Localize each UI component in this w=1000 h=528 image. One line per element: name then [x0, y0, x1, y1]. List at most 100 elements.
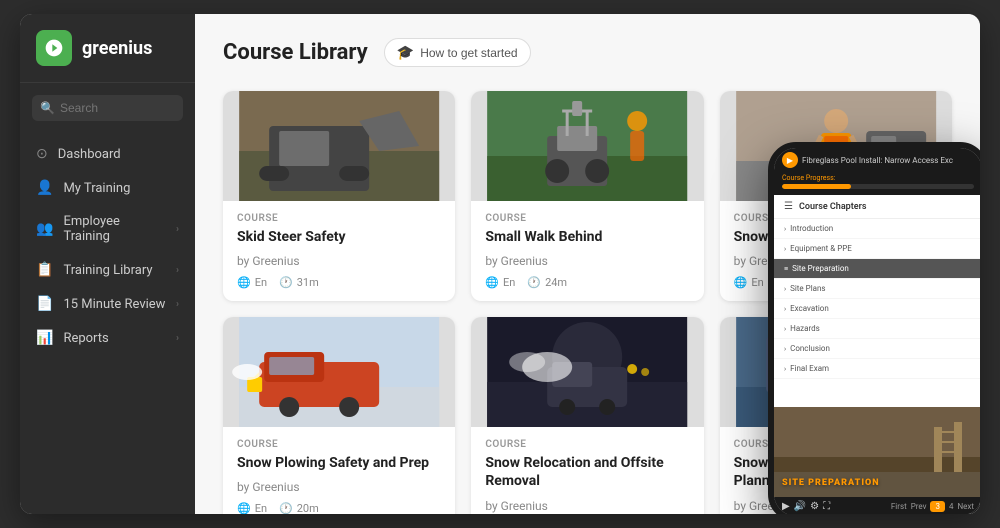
sidebar-item-my-training[interactable]: 👤 My Training	[20, 171, 195, 205]
course-label: COURSE	[485, 213, 689, 224]
nav-current: 3	[930, 501, 945, 512]
course-card-body: COURSE Small Walk Behind by Greenius 🌐 E…	[471, 201, 703, 301]
course-lang: 🌐 En	[734, 276, 764, 289]
sidebar-item-reports[interactable]: 📊 Reports ›	[20, 321, 195, 355]
course-lang: 🌐 En	[485, 276, 515, 289]
course-card-skid-steer[interactable]: COURSE Skid Steer Safety by Greenius 🌐 E…	[223, 91, 455, 301]
app-logo-icon	[36, 30, 72, 66]
chapter-label: Conclusion	[790, 344, 830, 353]
settings-icon[interactable]: ⚙	[810, 501, 819, 512]
chapter-arrow-icon: ›	[784, 365, 786, 373]
chevron-right-icon: ›	[176, 299, 179, 310]
phone-video-section: SITE PREPARATION	[774, 407, 980, 497]
sidebar: greenius 🔍 ⊙ Dashboard 👤 My Training 👥 E…	[20, 14, 195, 514]
nav-first[interactable]: First	[891, 502, 907, 511]
chapter-label: Final Exam	[790, 364, 829, 373]
sidebar-item-dashboard[interactable]: ⊙ Dashboard	[20, 137, 195, 171]
sidebar-item-label: Reports	[63, 331, 108, 346]
sidebar-item-label: 15 Minute Review	[63, 297, 165, 312]
course-card-snow-relocation[interactable]: COURSE Snow Relocation and Offsite Remov…	[471, 317, 703, 514]
sidebar-item-label: My Training	[63, 181, 130, 196]
dashboard-icon: ⊙	[36, 146, 48, 162]
chapter-item-site-prep[interactable]: ≡ Site Preparation	[774, 259, 980, 279]
site-prep-overlay: SITE PREPARATION	[782, 470, 880, 489]
nav-prev[interactable]: Prev	[911, 502, 927, 511]
chapter-item-conclusion[interactable]: › Conclusion	[774, 339, 980, 359]
main-header: Course Library 🎓 How to get started	[223, 38, 952, 67]
sidebar-item-label: Training Library	[63, 263, 152, 278]
sidebar-item-employee-training[interactable]: 👥 Employee Training ›	[20, 205, 195, 253]
play-button[interactable]: ▶	[782, 501, 790, 512]
course-meta: 🌐 En 🕐 20m	[237, 502, 441, 514]
how-to-started-button[interactable]: 🎓 How to get started	[384, 38, 531, 67]
sidebar-logo: greenius	[20, 14, 195, 83]
how-to-label: How to get started	[420, 46, 517, 60]
volume-icon[interactable]: 🔊	[794, 501, 806, 512]
video-controls: ▶ 🔊 ⚙ ⛶	[782, 501, 830, 512]
progress-fill	[782, 184, 851, 189]
course-duration: 🕐 20m	[279, 502, 319, 514]
chapter-item-introduction[interactable]: › Introduction	[774, 219, 980, 239]
progress-track	[782, 184, 974, 189]
course-name: Snow Plowing Safety and Prep	[237, 454, 441, 472]
chapter-arrow-icon: ›	[784, 305, 786, 313]
course-card-body: COURSE Snow Relocation and Offsite Remov…	[471, 427, 703, 514]
reports-icon: 📊	[36, 330, 53, 346]
sidebar-item-15-minute-review[interactable]: 📄 15 Minute Review ›	[20, 287, 195, 321]
chapter-arrow-icon: ›	[784, 225, 786, 233]
chapter-label: Site Preparation	[792, 264, 849, 273]
sidebar-item-label: Dashboard	[58, 147, 121, 162]
nav-total: 4	[949, 502, 954, 511]
course-lang: 🌐 En	[237, 276, 267, 289]
chapter-item-equipment[interactable]: › Equipment & PPE	[774, 239, 980, 259]
globe-icon: 🌐	[237, 276, 251, 289]
nav-next[interactable]: Next	[957, 502, 974, 511]
fullscreen-icon[interactable]: ⛶	[823, 501, 830, 512]
chapter-arrow-icon: ›	[784, 325, 786, 333]
progress-label: Course Progress:	[782, 174, 974, 182]
phone-mockup: ▶ Fibreglass Pool Install: Narrow Access…	[768, 142, 980, 514]
course-name: Snow Relocation and Offsite Removal	[485, 454, 689, 490]
course-name: Skid Steer Safety	[237, 228, 441, 246]
chapter-label: Site Plans	[790, 284, 825, 293]
sidebar-item-label: Employee Training	[63, 214, 166, 244]
chevron-right-icon: ›	[176, 265, 179, 276]
globe-icon: 🌐	[485, 276, 499, 289]
hamburger-icon: ☰	[784, 201, 793, 212]
chapter-item-hazards[interactable]: › Hazards	[774, 319, 980, 339]
training-library-icon: 📋	[36, 262, 53, 278]
phone-chapters: ☰ Course Chapters › Introduction › Equip…	[774, 195, 980, 407]
course-name: Small Walk Behind	[485, 228, 689, 246]
phone-bottom-bar: ▶ 🔊 ⚙ ⛶ First Prev 3 4 Next	[774, 497, 980, 514]
course-card-snow-plowing[interactable]: COURSE Snow Plowing Safety and Prep by G…	[223, 317, 455, 514]
chapters-title: Course Chapters	[799, 202, 866, 212]
sidebar-item-training-library[interactable]: 📋 Training Library ›	[20, 253, 195, 287]
course-image-skid-steer	[223, 91, 455, 201]
chapter-label: Introduction	[790, 224, 833, 233]
sidebar-nav: ⊙ Dashboard 👤 My Training 👥 Employee Tra…	[20, 133, 195, 514]
app-name: greenius	[82, 38, 152, 59]
course-card-body: COURSE Snow Plowing Safety and Prep by G…	[223, 427, 455, 514]
chapter-item-excavation[interactable]: › Excavation	[774, 299, 980, 319]
course-card-walk-behind[interactable]: COURSE Small Walk Behind by Greenius 🌐 E…	[471, 91, 703, 301]
course-image-snow-relocation	[471, 317, 703, 427]
chapter-item-final-exam[interactable]: › Final Exam	[774, 359, 980, 379]
chapter-arrow-icon: ›	[784, 345, 786, 353]
chapter-label: Hazards	[790, 324, 820, 333]
globe-icon: 🌐	[237, 502, 251, 514]
clock-icon: 🕐	[279, 502, 293, 514]
chapter-item-site-plans[interactable]: › Site Plans	[774, 279, 980, 299]
chapter-navigation: First Prev 3 4 Next	[891, 501, 974, 512]
chapter-label: Excavation	[790, 304, 829, 313]
phone-header-title: Fibreglass Pool Install: Narrow Access E…	[802, 156, 953, 165]
course-author: by Greenius	[237, 254, 441, 268]
course-meta: 🌐 En 🕐 31m	[237, 276, 441, 289]
phone-play-icon: ▶	[782, 152, 798, 168]
course-author: by Greenius	[485, 499, 689, 513]
phone-screen: ▶ Fibreglass Pool Install: Narrow Access…	[774, 148, 980, 514]
course-image-snow-plowing	[223, 317, 455, 427]
sidebar-search-container: 🔍	[20, 83, 195, 133]
app-container: greenius 🔍 ⊙ Dashboard 👤 My Training 👥 E…	[20, 14, 980, 514]
course-lang: 🌐 En	[237, 502, 267, 514]
my-training-icon: 👤	[36, 180, 53, 196]
